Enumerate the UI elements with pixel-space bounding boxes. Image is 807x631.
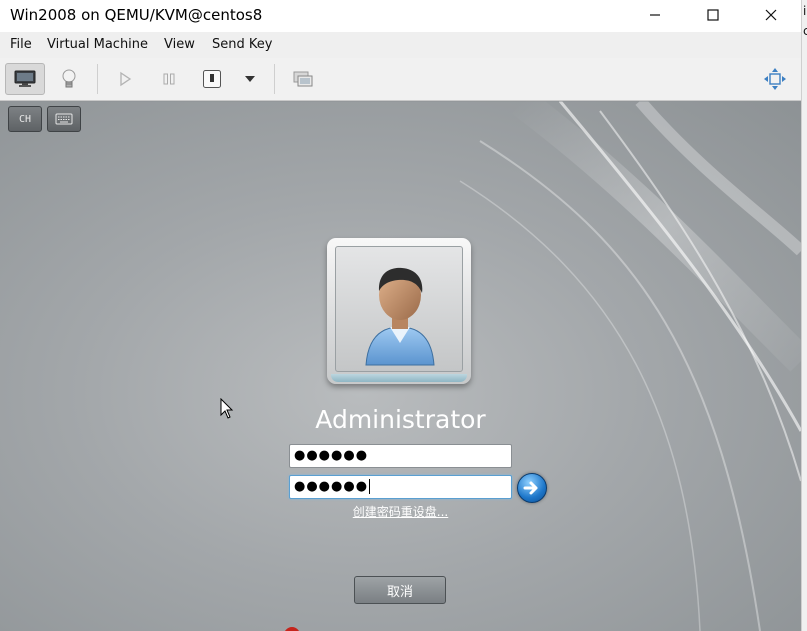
on-screen-keyboard-button[interactable] bbox=[47, 106, 81, 132]
vm-display[interactable]: CH Administrator ●●●●●● ●●●●●● 创建密码重设盘..… bbox=[0, 101, 801, 631]
password-field-value: ●●●●●● bbox=[294, 448, 369, 463]
cancel-button-label: 取消 bbox=[386, 584, 413, 600]
username-label: Administrator bbox=[315, 405, 486, 434]
maximize-icon bbox=[707, 9, 719, 21]
menu-virtual-machine[interactable]: Virtual Machine bbox=[47, 37, 148, 52]
shutdown-button[interactable] bbox=[193, 63, 231, 95]
monitor-console-icon bbox=[14, 70, 36, 87]
shutdown-icon bbox=[203, 70, 221, 88]
text-caret bbox=[369, 479, 371, 494]
menu-send-key[interactable]: Send Key bbox=[212, 37, 272, 52]
keyboard-icon bbox=[55, 113, 73, 125]
fullscreen-resize-icon bbox=[764, 68, 786, 90]
user-tile bbox=[327, 238, 471, 384]
confirm-password-field-value: ●●●●●● bbox=[294, 479, 369, 494]
mouse-pointer-icon bbox=[220, 398, 234, 419]
pause-icon bbox=[163, 73, 175, 85]
fullscreen-button[interactable] bbox=[756, 63, 794, 95]
user-tile-rim bbox=[331, 374, 467, 382]
menu-file[interactable]: File bbox=[10, 37, 32, 52]
title-bar: Win2008 on QEMU/KVM@centos8 bbox=[0, 0, 801, 32]
dropdown-arrow-icon bbox=[245, 76, 255, 82]
menu-view[interactable]: View bbox=[164, 37, 195, 52]
create-reset-disk-link[interactable]: 创建密码重设盘... bbox=[0, 503, 801, 520]
minimize-button[interactable] bbox=[632, 0, 678, 30]
snapshots-button[interactable] bbox=[284, 63, 322, 95]
toolbar bbox=[0, 58, 801, 101]
arrow-right-icon bbox=[523, 481, 538, 495]
input-language-button[interactable]: CH bbox=[8, 106, 42, 132]
close-button[interactable] bbox=[748, 0, 794, 30]
shutdown-menu-button[interactable] bbox=[231, 63, 269, 95]
console-button[interactable] bbox=[5, 63, 45, 95]
background-window-edge: i c bbox=[801, 0, 807, 631]
minimize-icon bbox=[650, 14, 660, 16]
maximize-button[interactable] bbox=[690, 0, 736, 30]
lightbulb-details-icon bbox=[62, 69, 76, 88]
menubar: File Virtual Machine View Send Key bbox=[0, 32, 801, 58]
shutdown-orb-icon[interactable] bbox=[284, 627, 300, 631]
details-button[interactable] bbox=[50, 63, 88, 95]
play-run-icon bbox=[120, 71, 132, 87]
input-language-label: CH bbox=[18, 113, 32, 125]
user-picture-frame bbox=[335, 246, 463, 372]
snapshots-icon bbox=[293, 71, 313, 87]
submit-arrow-button[interactable] bbox=[517, 473, 547, 503]
confirm-password-field[interactable]: ●●●●●● bbox=[289, 475, 512, 499]
close-icon bbox=[765, 9, 777, 21]
window-title: Win2008 on QEMU/KVM@centos8 bbox=[10, 6, 263, 24]
pause-button[interactable] bbox=[150, 63, 188, 95]
password-field[interactable]: ●●●●●● bbox=[289, 444, 512, 468]
run-button[interactable] bbox=[106, 63, 144, 95]
cancel-button[interactable]: 取消 bbox=[354, 576, 446, 604]
user-avatar-icon bbox=[365, 267, 435, 366]
